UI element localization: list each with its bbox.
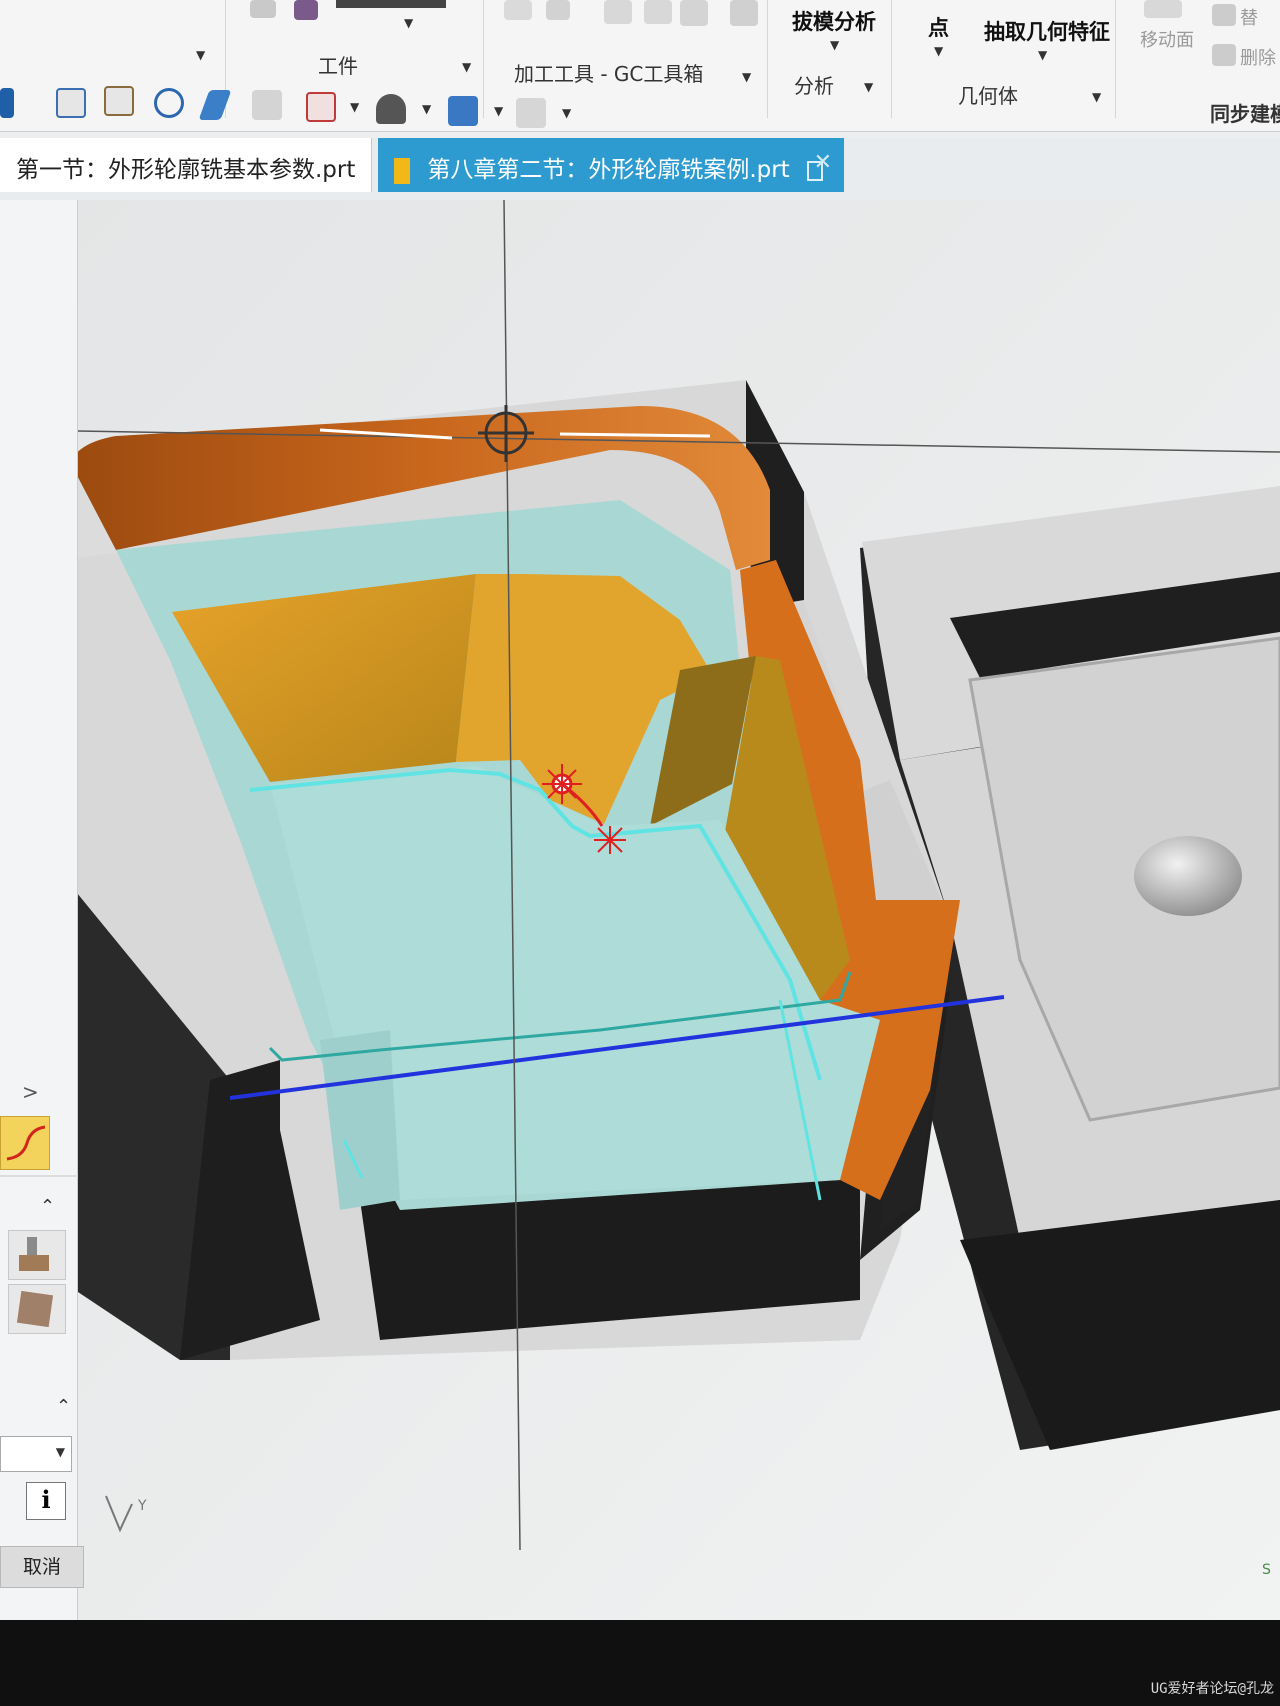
left-resource-panel: > ⌃ ⌃ ▼ i [0, 200, 78, 1620]
chevron-down-icon[interactable]: ▼ [934, 44, 943, 58]
chevron-up-icon[interactable]: ⌃ [40, 1196, 55, 1217]
zoom-window-icon[interactable] [104, 86, 134, 116]
workpiece-icon[interactable] [250, 0, 276, 18]
delete-face-icon[interactable] [1212, 44, 1236, 66]
part-file-icon [394, 157, 410, 184]
tool-icon[interactable] [504, 0, 532, 20]
chevron-down-icon[interactable]: ▼ [56, 1445, 65, 1459]
screen: ▼ ▼ 工件 ▼ 加工工具 - GC工具箱 ▼ 拔模分析 ▼ 分析 ▼ 点 ▼ … [0, 0, 1280, 1620]
replace-face-icon[interactable] [1212, 4, 1236, 26]
graphics-viewport[interactable]: Y YM S [20, 200, 1280, 1620]
chevron-down-icon[interactable]: ▼ [196, 48, 205, 62]
triad-y-label: Y [137, 1498, 147, 1514]
fit-view-icon[interactable] [56, 88, 86, 118]
cancel-button[interactable]: 取消 [0, 1546, 84, 1588]
point-button[interactable]: 点 [928, 12, 949, 42]
ribbon-group-geometry: 点 ▼ 抽取几何特征 ▼ 几何体 ▼ [892, 0, 1116, 118]
replace-face-button[interactable]: 替 [1240, 4, 1258, 30]
chevron-down-icon[interactable]: ▼ [1038, 48, 1047, 62]
chevron-down-icon[interactable]: ▼ [422, 102, 431, 116]
ribbon-group-sync-modeling: 移动面 替 删除 同步建模 [1116, 0, 1280, 126]
snap-view-icon[interactable] [252, 90, 282, 120]
cube-icon[interactable] [0, 88, 14, 118]
shaded-cube-icon[interactable] [448, 96, 478, 126]
delete-face-button[interactable]: 删除 [1240, 44, 1276, 70]
chevron-down-icon[interactable]: ▼ [562, 106, 571, 120]
draft-analysis-button[interactable]: 拔模分析 [792, 6, 876, 36]
watermark-text: UG爱好者论坛@孔龙 [1150, 1681, 1274, 1697]
orient-view-icon[interactable] [306, 92, 336, 122]
dome-feature[interactable] [1134, 836, 1242, 916]
move-face-button[interactable]: 移动面 [1140, 26, 1194, 52]
tab-contour-milling-case[interactable]: 第八章第二节：外形轮廓铣案例.prt ✕ [378, 138, 844, 192]
tab-basic-parameters[interactable]: 第一节：外形轮廓铣基本参数.prt [0, 138, 372, 192]
chevron-down-icon[interactable]: ▼ [864, 80, 873, 94]
close-icon[interactable]: ✕ [814, 150, 832, 175]
mill-tool-icon[interactable] [8, 1230, 66, 1280]
tool-icon[interactable] [730, 0, 758, 26]
tool-icon[interactable] [644, 0, 672, 24]
info-icon[interactable]: i [26, 1482, 66, 1520]
tool-icon[interactable] [604, 0, 632, 24]
group-label-geometry: 几何体 [958, 84, 1018, 108]
tab-label: 第一节：外形轮廓铣基本参数.prt [16, 157, 356, 183]
truncated-button-label [336, 0, 446, 8]
tool-icon[interactable] [680, 0, 708, 26]
path-end-marker[interactable] [594, 826, 626, 854]
pan-icon[interactable] [198, 90, 232, 120]
group-label-sync-modeling: 同步建模 [1210, 102, 1280, 126]
workpiece-block-icon[interactable] [8, 1284, 66, 1334]
chevron-down-icon[interactable]: ▼ [830, 38, 839, 52]
chevron-down-icon[interactable]: ▼ [742, 70, 751, 84]
section-view-icon[interactable] [516, 98, 546, 128]
chevron-up-icon[interactable]: ⌃ [56, 1396, 71, 1417]
tool-icon[interactable] [546, 0, 570, 20]
view-toolbar: ▼ ▼ ▼ ▼ [0, 70, 600, 132]
wizard-icon[interactable] [294, 0, 318, 20]
option-dropdown[interactable]: ▼ [0, 1436, 72, 1472]
tab-label: 第八章第二节：外形轮廓铣案例.prt [427, 157, 790, 183]
chevron-down-icon[interactable]: ▼ [494, 104, 503, 118]
extract-geometry-button[interactable]: 抽取几何特征 [984, 16, 1110, 46]
render-style-icon[interactable] [376, 94, 406, 124]
chevron-down-icon[interactable]: ▼ [1092, 90, 1101, 104]
expand-arrow[interactable]: > [22, 1080, 39, 1104]
curve-icon[interactable] [0, 1116, 50, 1170]
rotate-icon[interactable] [154, 88, 184, 118]
chevron-down-icon[interactable]: ▼ [404, 16, 413, 30]
ribbon-group-analysis: 拔模分析 ▼ 分析 ▼ [768, 0, 892, 118]
group-label-analysis: 分析 [794, 74, 834, 98]
chevron-down-icon[interactable]: ▼ [350, 100, 359, 114]
monitor-bezel [0, 1620, 1280, 1706]
move-face-icon[interactable] [1144, 0, 1182, 18]
document-tab-bar: 第一节：外形轮廓铣基本参数.prt 第八章第二节：外形轮廓铣案例.prt ✕ [0, 138, 1280, 200]
status-indicator: S [1262, 1562, 1271, 1578]
